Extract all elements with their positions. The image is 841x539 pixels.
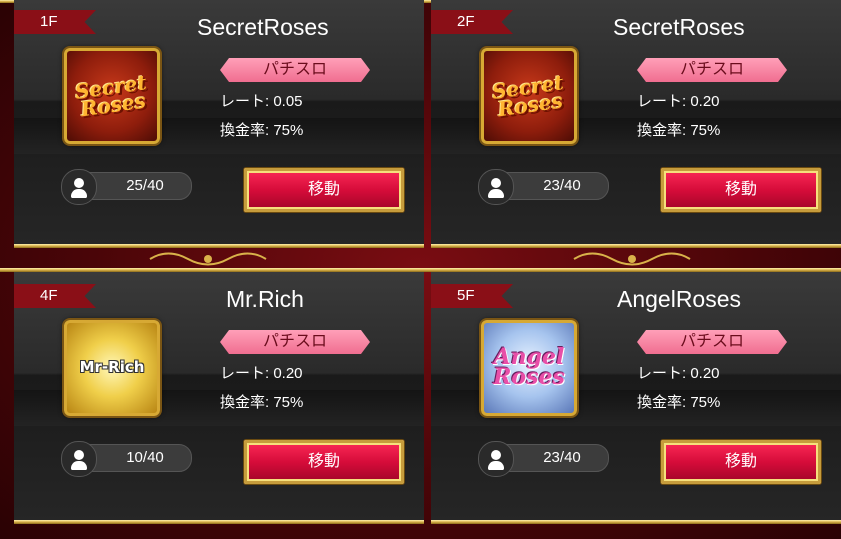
gold-ornament-right [573,252,691,266]
room-card-2f: 2F SecretRoses Secret Roses パチスロ レート: 0.… [431,0,841,248]
thumb-label: Angel Roses [493,344,565,390]
move-button[interactable]: 移動 [661,440,821,484]
occupancy-count: 23/40 [543,449,581,466]
floor-tag: 1F [14,10,96,34]
exchange-rate-label: 換金率: 75% [220,394,304,411]
game-type-badge: パチスロ [220,58,370,82]
occupancy-count: 10/40 [126,449,164,466]
room-title: SecretRoses [613,14,745,40]
person-icon [61,169,97,205]
floor-tag: 2F [431,10,513,34]
occupancy-count: 23/40 [543,177,581,194]
floor-tag: 4F [14,284,96,308]
exchange-rate-label: 換金率: 75% [637,122,721,139]
thumb-label: Secret Roses [73,70,148,122]
room-title: SecretRoses [197,14,329,40]
room-card-1f: 1F SecretRoses Secret Roses パチスロ レート: 0.… [14,0,424,248]
person-icon [478,441,514,477]
move-button[interactable]: 移動 [661,168,821,212]
person-icon [61,441,97,477]
card-bottom-border [14,520,424,524]
card-bottom-border [431,244,841,248]
room-title: AngelRoses [617,286,742,312]
thumb-label: Mr-Rich [79,358,145,377]
floor-tag: 5F [431,284,513,308]
gold-ornament-left [149,252,267,266]
room-card-5f: 5F AngelRoses Angel Roses パチスロ レート: 0.20… [431,272,841,524]
card-bottom-border [14,244,424,248]
occupancy-pill: 25/40 [61,169,192,205]
thumb-label: Secret Roses [490,70,565,122]
exchange-rate-label: 換金率: 75% [637,394,721,411]
room-card-4f: 4F Mr.Rich Mr-Rich パチスロ レート: 0.20 換金率: 7… [14,272,424,524]
move-button[interactable]: 移動 [244,168,404,212]
angel-roses-logo-icon[interactable]: Angel Roses [481,320,577,416]
occupancy-pill: 10/40 [61,441,192,477]
mr-rich-logo-icon[interactable]: Mr-Rich [64,320,160,416]
rate-label: レート: 0.20 [637,365,720,382]
exchange-rate-label: 換金率: 75% [220,122,304,139]
occupancy-count: 25/40 [126,177,164,194]
game-type-badge: パチスロ [220,330,370,354]
rate-label: レート: 0.05 [220,93,303,110]
rate-label: レート: 0.20 [220,365,303,382]
card-bottom-border [431,520,841,524]
occupancy-pill: 23/40 [478,169,609,205]
game-type-badge: パチスロ [637,58,787,82]
room-title: Mr.Rich [226,286,304,312]
occupancy-pill: 23/40 [478,441,609,477]
person-icon [478,169,514,205]
secret-roses-logo-icon[interactable]: Secret Roses [481,48,577,144]
secret-roses-logo-icon[interactable]: Secret Roses [64,48,160,144]
move-button[interactable]: 移動 [244,440,404,484]
rate-label: レート: 0.20 [637,93,720,110]
game-type-badge: パチスロ [637,330,787,354]
